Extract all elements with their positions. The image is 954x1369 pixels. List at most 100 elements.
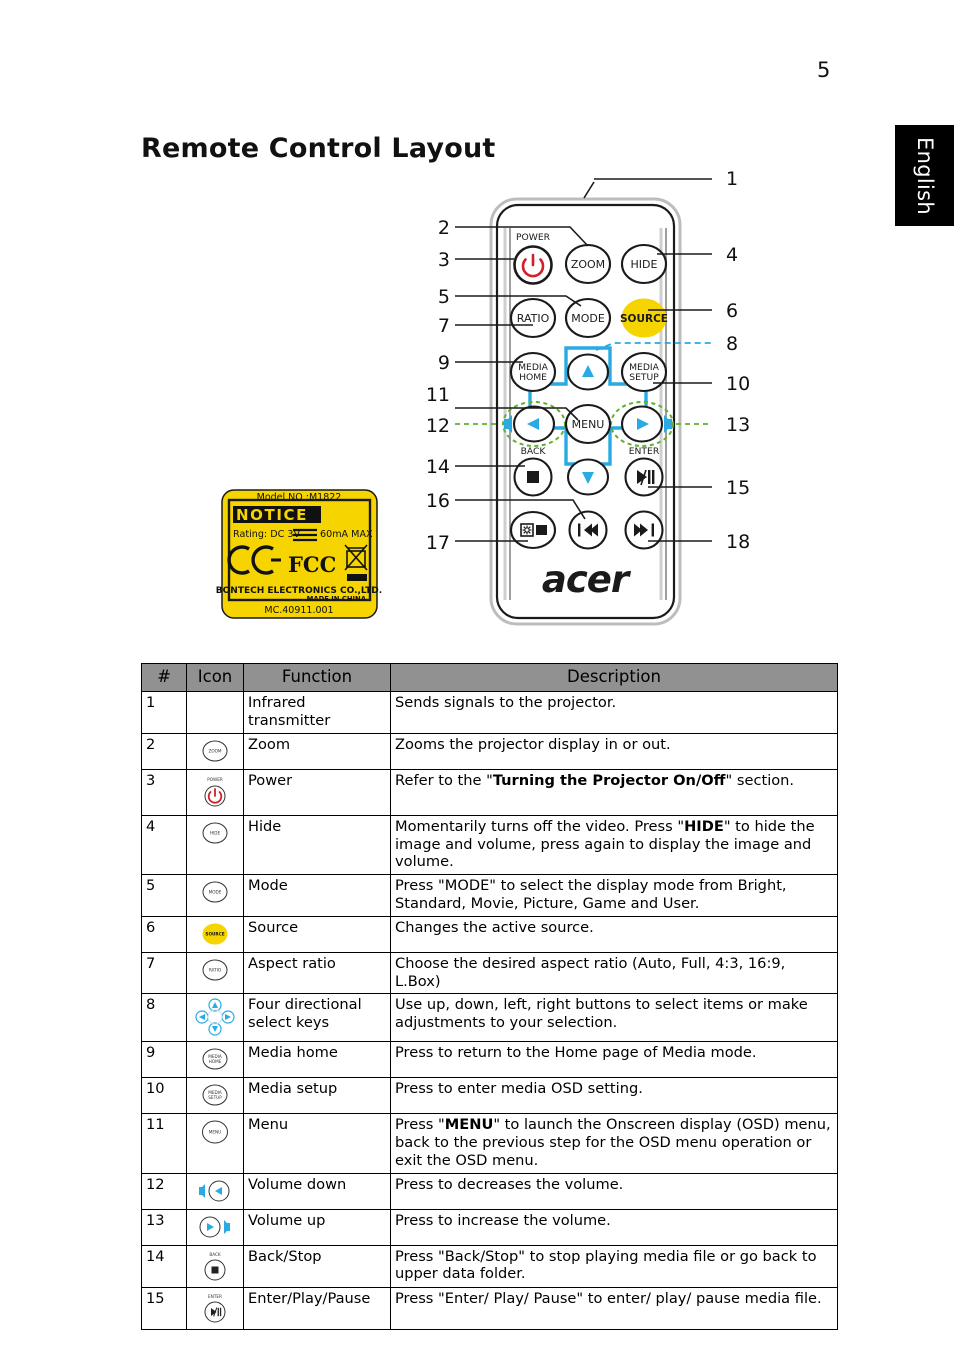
svg-text:MENU: MENU <box>209 1130 221 1135</box>
svg-text:1: 1 <box>726 168 738 190</box>
page-number: 5 <box>817 58 831 82</box>
row-description: Press "Back/Stop" to stop playing media … <box>390 1244 838 1288</box>
svg-text:8: 8 <box>726 333 738 355</box>
description-text: Press to increase the volume. <box>395 1211 611 1229</box>
row-number: 13 <box>141 1208 187 1246</box>
description-emphasis: HIDE <box>684 817 724 835</box>
row-icon-cell: POWER <box>186 768 244 816</box>
row-icon-cell: HIDE <box>186 814 244 876</box>
description-text: Choose the desired aspect ratio (Auto, F… <box>395 954 786 990</box>
row-function: Back/Stop <box>243 1244 391 1288</box>
description-text: Press " <box>395 1116 445 1134</box>
description-text: Momentarily turns off the video. Press " <box>395 817 685 835</box>
row-number: 4 <box>141 814 187 876</box>
media-setup-icon: MEDIASETUP <box>202 1084 228 1106</box>
row-number: 9 <box>141 1041 187 1079</box>
row-description: Press to decreases the volume. <box>390 1172 838 1210</box>
svg-text:11: 11 <box>426 384 450 406</box>
remote-button-right <box>620 405 664 443</box>
language-tab-label: English <box>912 136 937 215</box>
row-description: Press "Enter/ Play/ Pause" to enter/ pla… <box>390 1286 838 1330</box>
remote-button-brightness <box>509 510 557 550</box>
page-title: Remote Control Layout <box>141 133 496 165</box>
row-function: Mode <box>243 874 391 917</box>
row-function: Hide <box>243 814 391 876</box>
row-number: 7 <box>141 951 187 995</box>
volume-down-glyph <box>504 415 512 433</box>
remote-button-media-home: MEDIA HOME <box>509 351 557 393</box>
remote-button-menu: MENU <box>564 403 612 445</box>
description-text: Press to enter media OSD setting. <box>395 1080 643 1098</box>
svg-text:15: 15 <box>726 477 750 499</box>
row-description: Choose the desired aspect ratio (Auto, F… <box>390 951 838 995</box>
table-row: 2 ZOOM Zoom Zooms the projector display in … <box>141 732 838 770</box>
description-text: Press "MODE" to select the display mode … <box>395 877 787 912</box>
row-number: 12 <box>141 1172 187 1210</box>
remote-button-back-stop: BACK <box>513 446 553 497</box>
table-row: 5 MODE Mode Press "MODE" to select the disp… <box>141 874 838 917</box>
zoom-icon: ZOOM <box>202 740 228 762</box>
remote-button-zoom: ZOOM <box>564 243 612 285</box>
svg-text:Rating: DC 3V: Rating: DC 3V <box>233 529 300 540</box>
row-icon-cell: ZOOM <box>186 732 244 770</box>
row-number: 1 <box>141 691 187 734</box>
ratio-icon: RATIO <box>202 959 228 981</box>
table-row: 8 Four directional select keys Use up, dow… <box>141 993 838 1043</box>
svg-text:MEDIA: MEDIA <box>629 362 660 373</box>
row-number: 14 <box>141 1244 187 1288</box>
description-text: Zooms the projector display in or out. <box>395 735 671 753</box>
svg-text:NOTICE: NOTICE <box>236 506 308 524</box>
row-icon-cell: MENU <box>186 1113 244 1174</box>
row-function: Power <box>243 768 391 816</box>
svg-text:Model NO :M1822: Model NO :M1822 <box>257 492 342 503</box>
row-function: Zoom <box>243 732 391 770</box>
table-row: 11 MENU Menu Press "MENU" to launch the Ons… <box>141 1113 838 1174</box>
description-text: Press "Enter/ Play/ Pause" to enter/ pla… <box>395 1289 822 1307</box>
svg-text:SETUP: SETUP <box>629 372 659 383</box>
hide-icon: HIDE <box>202 822 228 844</box>
svg-text:RATIO: RATIO <box>517 312 550 325</box>
remote-control-figure: .bstroke { fill:#fff; stroke:#1a1a1a; st… <box>0 0 954 660</box>
svg-text:POWER: POWER <box>516 232 551 243</box>
dpad-outline <box>528 346 648 466</box>
notice-sticker: Model NO :M1822 NOTICE Rating: DC 3V 60m… <box>216 489 382 619</box>
row-function: Media setup <box>243 1077 391 1115</box>
volume-highlight-rings <box>502 401 674 447</box>
remote-button-enter-play-pause: ENTER <box>624 446 664 497</box>
svg-text:HOME: HOME <box>209 1059 222 1064</box>
svg-text:ZOOM: ZOOM <box>208 748 221 753</box>
mode-icon: MODE <box>202 881 228 903</box>
row-function: Volume up <box>243 1208 391 1246</box>
media-home-icon: MEDIAHOME <box>202 1048 228 1070</box>
volume-down-icon <box>199 1180 230 1202</box>
volume-up-glyph <box>664 415 672 433</box>
callout-leaders <box>455 178 712 542</box>
description-text: Press to return to the Home page of Medi… <box>395 1044 757 1062</box>
remote-button-left <box>512 405 556 443</box>
svg-text:3: 3 <box>438 249 450 271</box>
remote-button-media-setup: MEDIA SETUP <box>620 351 668 393</box>
svg-text:ZOOM: ZOOM <box>571 258 605 271</box>
row-function: Media home <box>243 1041 391 1079</box>
table-row: 6 SOURCE Source Changes the active source. <box>141 915 838 953</box>
back-stop-icon: BACK <box>204 1252 226 1281</box>
remote-button-up <box>566 353 610 391</box>
row-icon-cell: MEDIA SETUP <box>186 1077 244 1115</box>
table-row: 4 HIDE Hide Momentarily turns off the video… <box>141 814 838 876</box>
table-row: 14 BACK Back/Stop Press "Back/Stop" to stop… <box>141 1244 838 1288</box>
row-number: 8 <box>141 993 187 1043</box>
description-text: " section. <box>725 771 795 789</box>
remote-button-previous <box>568 510 608 550</box>
remote-button-hide: HIDE <box>620 243 668 285</box>
svg-text:5: 5 <box>438 286 450 308</box>
volume-up-icon <box>199 1216 230 1238</box>
callout-numbers-left: 2 3 5 7 9 11 12 14 16 17 <box>426 217 450 554</box>
remote-button-source: SOURCE <box>620 298 668 338</box>
table-row: 13 Volume up Press to increase the volume. <box>141 1208 838 1246</box>
svg-text:18: 18 <box>726 531 750 553</box>
svg-text:13: 13 <box>726 414 750 436</box>
row-icon-cell: MEDIA HOME <box>186 1041 244 1079</box>
row-function: Volume down <box>243 1172 391 1210</box>
svg-text:HOME: HOME <box>519 372 547 383</box>
description-text: Press "Back/Stop" to stop playing media … <box>395 1247 817 1283</box>
